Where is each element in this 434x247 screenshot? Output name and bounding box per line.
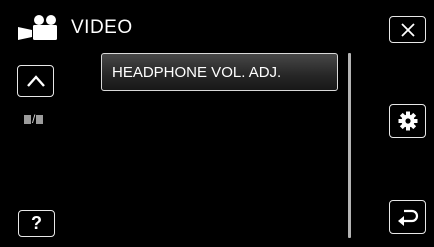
scrollbar[interactable] [348, 53, 351, 238]
page-title: VIDEO [71, 17, 133, 38]
scroll-up-button[interactable] [17, 65, 54, 97]
current-page-box [24, 114, 31, 124]
menu-item-headphone-vol-adj[interactable]: HEADPHONE VOL. ADJ. [101, 53, 338, 91]
back-button[interactable] [389, 200, 426, 234]
total-pages-box [36, 114, 44, 124]
page-separator: / [32, 112, 36, 126]
settings-button[interactable] [389, 104, 426, 138]
menu-item-label: HEADPHONE VOL. ADJ. [112, 63, 282, 81]
video-camera-icon [18, 15, 57, 40]
help-question-mark: ? [31, 213, 42, 233]
header: VIDEO [16, 14, 133, 42]
return-arrow-icon [397, 209, 418, 226]
gear-icon [398, 111, 417, 131]
chevron-up-icon [26, 75, 45, 87]
page-indicator: / [24, 112, 44, 126]
help-button[interactable]: ? [18, 210, 55, 237]
close-button[interactable] [389, 16, 426, 43]
menu-screen: VIDEO / HEADPHONE VOL. ADJ. ? [0, 0, 434, 247]
close-icon [400, 22, 415, 37]
